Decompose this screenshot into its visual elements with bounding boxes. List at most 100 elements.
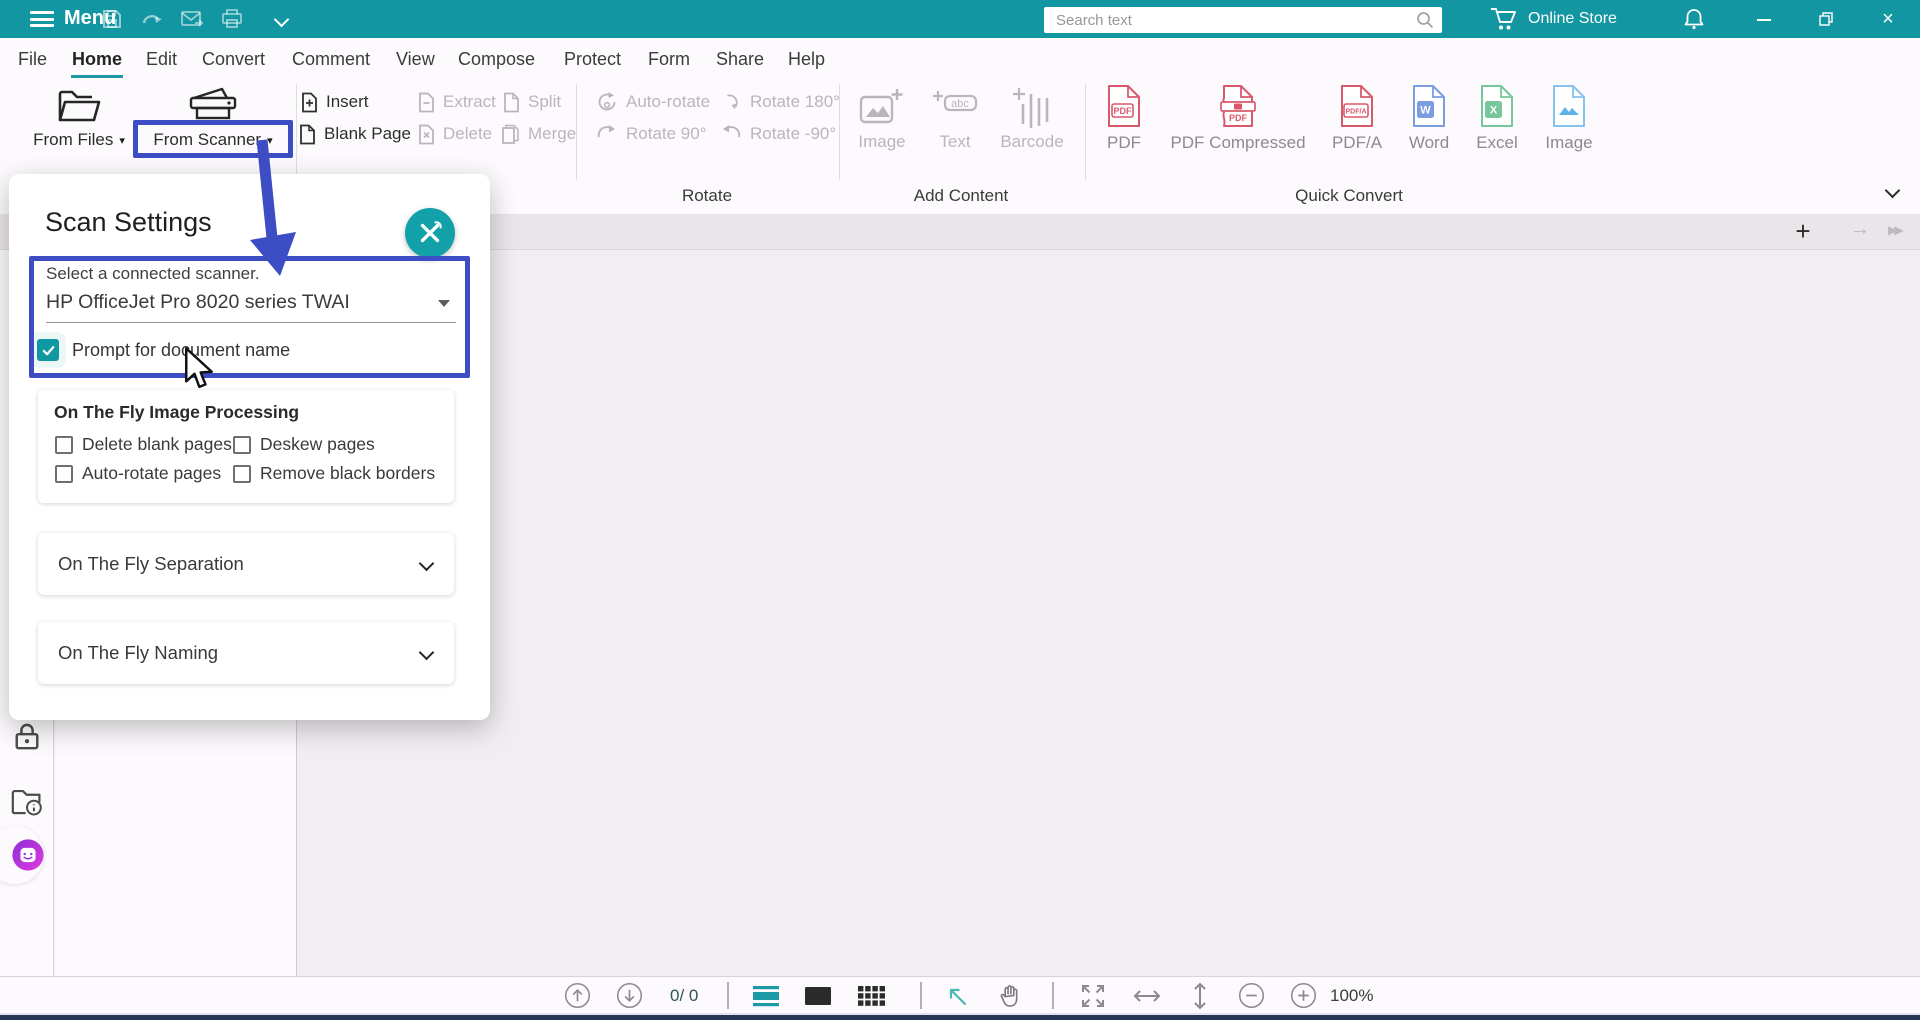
scanner-tools-button[interactable] [405, 208, 455, 258]
status-bar: 0/ 0 100% [0, 976, 1920, 1013]
word-file-icon: W [1411, 84, 1447, 128]
delete-blank-pages-checkbox[interactable]: Delete blank pages [55, 434, 232, 455]
barcode-plus-icon [1011, 86, 1053, 130]
rotate-group-label: Rotate [627, 186, 787, 206]
print-icon[interactable] [220, 7, 244, 31]
minimize-button[interactable] [1744, 0, 1784, 38]
search-input[interactable] [1044, 7, 1442, 33]
remove-black-borders-checkbox[interactable]: Remove black borders [233, 463, 435, 484]
fit-screen-button[interactable] [1080, 977, 1106, 1014]
convert-pdfa-button[interactable]: PDF/A PDF/A [1322, 84, 1392, 153]
toolbar-chevron-down-icon[interactable] [276, 14, 288, 26]
convert-pdf-button[interactable]: PDF PDF [1089, 84, 1159, 153]
document-canvas[interactable] [298, 250, 1920, 976]
redo-icon[interactable] [140, 7, 164, 31]
svg-text:W: W [1420, 105, 1431, 117]
select-tool-button[interactable] [946, 977, 968, 1014]
add-text-button: abc Text [920, 86, 990, 152]
new-tab-button[interactable]: + [1788, 216, 1818, 246]
zoom-level[interactable]: 100% [1330, 977, 1373, 1014]
checkbox-unchecked-icon [55, 436, 73, 454]
rotate-180-button: Rotate 180° [722, 88, 840, 116]
hand-tool-button[interactable] [998, 977, 1021, 1014]
insert-button[interactable]: Insert [301, 88, 369, 116]
cart-icon[interactable] [1490, 6, 1518, 32]
menu-form[interactable]: Form [648, 49, 690, 70]
text-plus-icon: abc [932, 86, 978, 128]
convert-excel-button[interactable]: X Excel [1462, 84, 1532, 153]
add-content-group-label: Add Content [881, 186, 1041, 206]
menu-edit[interactable]: Edit [146, 49, 177, 70]
menu-comment[interactable]: Comment [292, 49, 370, 70]
page-icon [299, 124, 316, 145]
checkbox-unchecked-icon [55, 465, 73, 483]
page-x-icon [418, 124, 435, 145]
scanner-dropdown-value: HP OfficeJet Pro 8020 series TWAI [46, 291, 350, 313]
image-file-icon [1551, 84, 1587, 128]
lock-icon[interactable] [13, 722, 41, 752]
close-button[interactable]: × [1868, 0, 1908, 38]
from-files-button[interactable]: From Files▾ [29, 88, 129, 150]
view-continuous-button[interactable] [752, 977, 780, 1014]
menu-file[interactable]: File [18, 49, 47, 70]
rotate-180-icon [722, 92, 742, 112]
prompt-document-name-checkbox[interactable]: Prompt for document name [37, 339, 290, 361]
svg-text:PDF/A: PDF/A [1346, 109, 1367, 116]
delete-button: Delete [418, 120, 492, 148]
page-down-button[interactable] [616, 977, 643, 1014]
search-box [1044, 7, 1442, 33]
rotate-neg-90-button: Rotate -90° [720, 120, 836, 148]
blank-page-button[interactable]: Blank Page [299, 120, 411, 148]
hamburger-menu-icon[interactable] [30, 11, 54, 27]
folder-info-icon[interactable] [11, 788, 44, 818]
from-scanner-label: From Scanner [153, 130, 261, 150]
search-icon [1416, 11, 1434, 29]
page-up-button[interactable] [564, 977, 591, 1014]
prompt-document-name-label: Prompt for document name [72, 340, 290, 361]
quick-convert-group-label: Quick Convert [1269, 186, 1429, 206]
rotate-90-icon [596, 123, 618, 145]
online-store-button[interactable]: Online Store [1528, 10, 1617, 28]
view-grid-button[interactable] [858, 977, 886, 1014]
menu-help[interactable]: Help [788, 49, 825, 70]
convert-word-button[interactable]: W Word [1394, 84, 1464, 153]
notification-bell-icon[interactable] [1682, 7, 1706, 31]
split-button: Split [503, 88, 561, 116]
from-scanner-button[interactable]: From Scanner▾ [158, 86, 268, 150]
caret-down-icon: ▾ [119, 134, 125, 147]
convert-pdf-compressed-button[interactable]: PDF PDF Compressed [1168, 84, 1308, 153]
checkbox-unchecked-icon [233, 465, 251, 483]
separation-accordion[interactable]: On The Fly Separation [38, 533, 454, 595]
separation-label: On The Fly Separation [58, 553, 244, 575]
fit-width-button[interactable] [1132, 977, 1162, 1014]
ribbon-collapse-chevron-icon[interactable] [1886, 184, 1900, 198]
svg-text:PDF: PDF [1229, 113, 1248, 123]
menu-compose[interactable]: Compose [458, 49, 535, 70]
checkbox-checked-icon [37, 339, 59, 361]
menu-home[interactable]: Home [72, 49, 122, 70]
fit-height-button[interactable] [1190, 977, 1210, 1014]
assistant-avatar[interactable] [11, 838, 45, 872]
zoom-in-button[interactable] [1290, 977, 1317, 1014]
bottom-navy-strip [0, 1015, 1920, 1020]
image-processing-title: On The Fly Image Processing [54, 402, 299, 423]
menu-convert[interactable]: Convert [202, 49, 265, 70]
menu-share[interactable]: Share [716, 49, 764, 70]
mail-share-icon[interactable] [180, 7, 204, 31]
application-window: Menu Online Store [0, 0, 1920, 1020]
zoom-out-button[interactable] [1238, 977, 1265, 1014]
menu-protect[interactable]: Protect [564, 49, 621, 70]
menu-view[interactable]: View [396, 49, 435, 70]
convert-image-button[interactable]: Image [1534, 84, 1604, 153]
tab-scroll-right-icon: → [1850, 218, 1870, 241]
view-single-page-button[interactable] [804, 977, 832, 1014]
deskew-pages-checkbox[interactable]: Deskew pages [233, 434, 375, 455]
save-icon[interactable] [100, 7, 124, 31]
checkbox-unchecked-icon [233, 436, 251, 454]
naming-accordion[interactable]: On The Fly Naming [38, 622, 454, 684]
restore-button[interactable] [1806, 0, 1846, 38]
tools-icon [416, 219, 444, 247]
folder-icon [56, 88, 102, 124]
auto-rotate-pages-checkbox[interactable]: Auto-rotate pages [55, 463, 221, 484]
scanner-dropdown[interactable]: HP OfficeJet Pro 8020 series TWAI [46, 291, 456, 323]
